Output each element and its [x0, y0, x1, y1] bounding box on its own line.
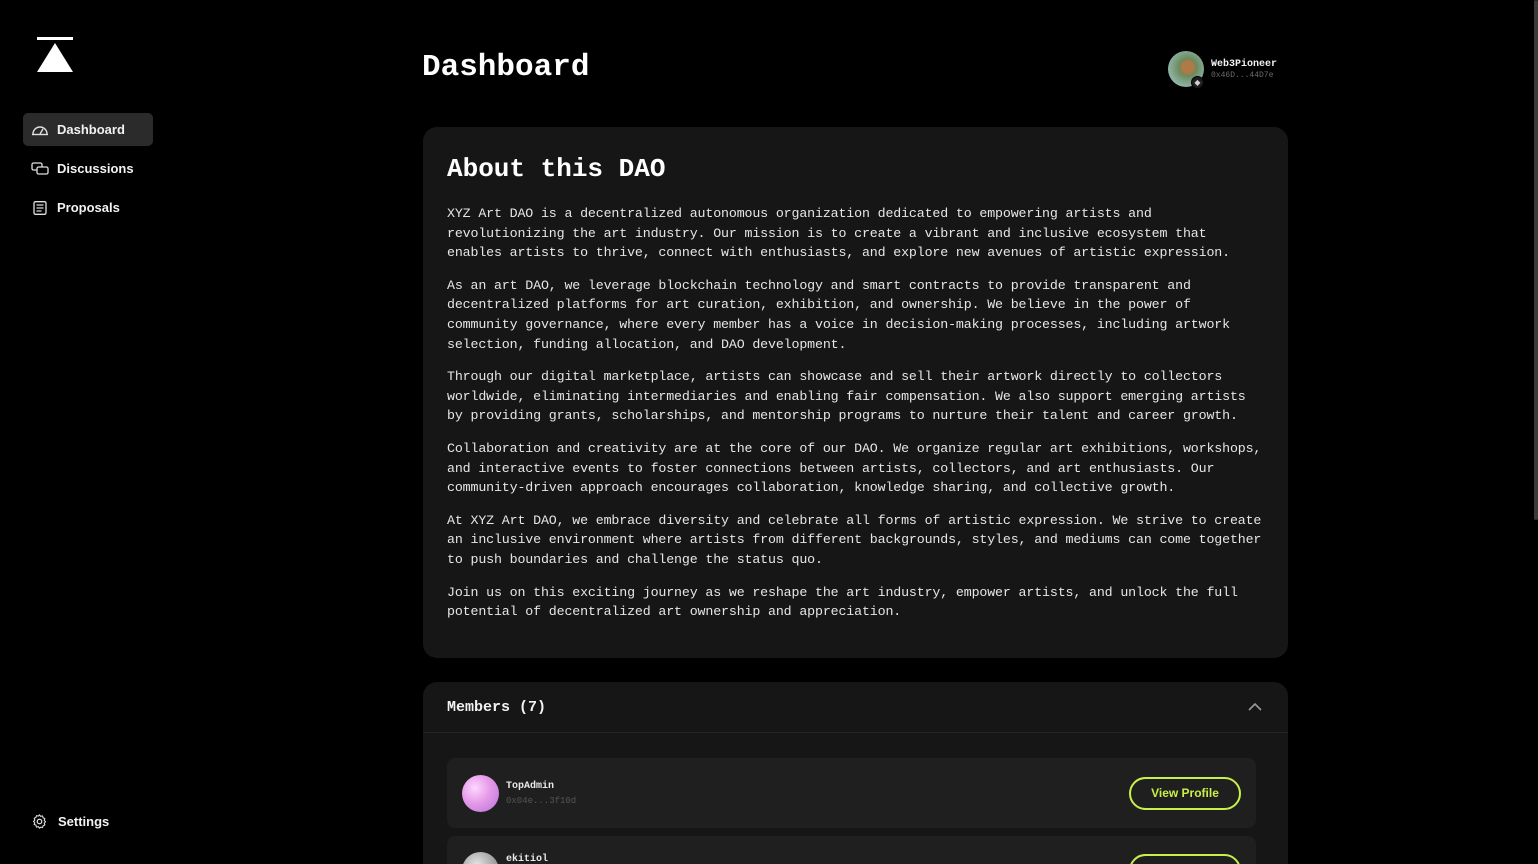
- sidebar-nav: Dashboard Discussions Proposals: [23, 113, 153, 230]
- about-paragraph: As an art DAO, we leverage blockchain te…: [447, 277, 1230, 352]
- members-title: Members (7): [447, 698, 547, 716]
- member-row: TopAdmin 0x04e...3f10d View Profile: [447, 758, 1256, 828]
- ethereum-icon: ◆: [1191, 76, 1204, 89]
- user-address: 0x46D...44D7e: [1211, 70, 1274, 80]
- avatar: ◆: [1168, 51, 1204, 89]
- page-scrollbar[interactable]: [1534, 0, 1538, 520]
- member-name: TopAdmin: [506, 780, 555, 792]
- sidebar: Dashboard Discussions Proposals Settings: [0, 0, 180, 864]
- avatar: [462, 852, 499, 864]
- member-address: 0x04e...3f10d: [506, 795, 577, 806]
- members-card: Members (7) TopAdmin 0x04e...3f10d View …: [423, 682, 1288, 864]
- dashboard-icon: [31, 123, 49, 137]
- sidebar-item-label: Discussions: [57, 161, 134, 176]
- chat-icon: [31, 161, 49, 176]
- about-paragraph: At XYZ Art DAO, we embrace diversity and…: [447, 512, 1262, 567]
- sidebar-item-discussions[interactable]: Discussions: [23, 152, 153, 185]
- settings-label: Settings: [58, 814, 110, 829]
- about-paragraph: Collaboration and creativity are at the …: [447, 440, 1262, 496]
- page-title: Dashboard: [422, 50, 590, 85]
- triangle-logo-icon[interactable]: [36, 36, 74, 74]
- avatar: [462, 774, 499, 812]
- about-paragraph: Join us on this exciting journey as we r…: [447, 584, 1238, 620]
- member-row: ekitiol View Profile: [447, 836, 1256, 864]
- members-header[interactable]: Members (7): [423, 682, 1288, 733]
- user-name: Web3Pioneer: [1211, 58, 1278, 70]
- sidebar-item-proposals[interactable]: Proposals: [23, 191, 153, 224]
- sidebar-item-label: Proposals: [57, 200, 120, 215]
- about-paragraph: Through our digital marketplace, artists…: [447, 369, 1246, 424]
- about-title: About this DAO: [447, 154, 666, 184]
- view-profile-button[interactable]: View Profile: [1129, 776, 1241, 810]
- user-profile-chip[interactable]: ◆ Web3Pioneer 0x46D...44D7e: [1168, 51, 1278, 89]
- view-profile-button[interactable]: View Profile: [1129, 854, 1241, 864]
- sidebar-item-label: Dashboard: [57, 122, 125, 137]
- about-paragraph: XYZ Art DAO is a decentralized autonomou…: [447, 206, 1230, 261]
- chevron-up-icon[interactable]: [1246, 698, 1264, 716]
- gear-icon: [32, 814, 47, 829]
- sidebar-item-dashboard[interactable]: Dashboard: [23, 113, 153, 146]
- about-dao-card: About this DAO XYZ Art DAO is a decentra…: [423, 127, 1288, 658]
- sidebar-item-settings[interactable]: Settings: [31, 813, 109, 830]
- document-icon: [31, 200, 49, 215]
- member-name: ekitiol: [506, 854, 549, 864]
- app-root: Dashboard Discussions Proposals Settings…: [0, 0, 1538, 864]
